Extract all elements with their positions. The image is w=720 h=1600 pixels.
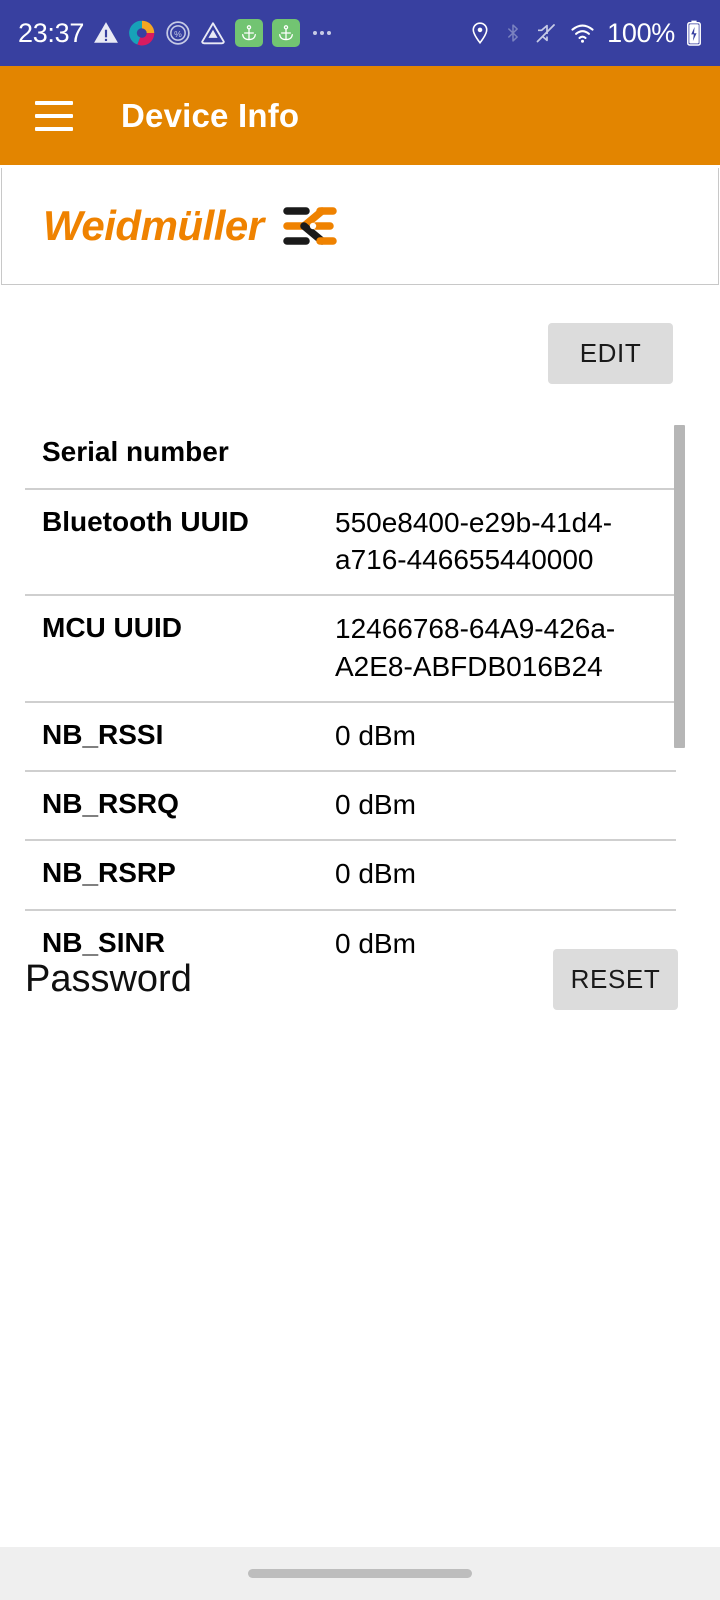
anchor-notification-icon-1 [235, 19, 264, 47]
hamburger-menu-icon[interactable] [26, 88, 82, 144]
percent-circle-icon: % [166, 21, 190, 45]
row-label: MCU UUID [42, 612, 182, 644]
weidmueller-mark-icon [282, 207, 337, 245]
row-value: 550e8400-e29b-41d4-a716-446655440000 [335, 507, 613, 576]
triangle-drop-icon [201, 22, 225, 45]
table-row[interactable]: NB_RSRQ 0 dBm [25, 772, 676, 842]
device-info-table: Serial number Bluetooth UUID 550e8400-e2… [25, 424, 676, 978]
table-row[interactable]: Serial number [25, 424, 676, 490]
bluetooth-icon [508, 24, 519, 42]
status-bar-clock: 23:37 [18, 17, 85, 48]
location-pin-icon [472, 22, 488, 45]
more-notifications-icon [313, 31, 332, 35]
row-value: 0 dBm [335, 719, 416, 751]
table-row[interactable]: NB_RSSI 0 dBm [25, 703, 676, 773]
row-value: 0 dBm [335, 789, 416, 821]
mute-icon [536, 24, 556, 43]
app-screen: 23:37 % 100% Device Info Weidmüller EDIT… [0, 0, 720, 1600]
warning-triangle-icon [94, 22, 118, 43]
table-row[interactable]: MCU UUID 12466768-64A9-426a-A2E8-ABFDB01… [25, 596, 676, 703]
app-bar: Device Info [0, 66, 720, 165]
password-label: Password [25, 958, 192, 1000]
table-row[interactable]: NB_RSRP 0 dBm [25, 841, 676, 911]
system-navigation-bar [0, 1547, 720, 1600]
page-title: Device Info [121, 96, 300, 134]
status-bar: 23:37 % 100% [0, 0, 720, 66]
row-label: Serial number [42, 436, 229, 467]
table-row[interactable]: Bluetooth UUID 550e8400-e29b-41d4-a716-4… [25, 490, 676, 597]
swirl-app-icon [129, 20, 155, 46]
brand-logo-card: Weidmüller [1, 168, 719, 285]
home-gesture-pill[interactable] [248, 1569, 472, 1578]
battery-icon [687, 20, 701, 46]
brand-name-label: Weidmüller [43, 202, 264, 249]
svg-text:%: % [174, 29, 182, 39]
reset-password-button[interactable]: RESET [553, 948, 678, 1010]
row-value: 12466768-64A9-426a-A2E8-ABFDB016B24 [335, 613, 616, 682]
table-scrollbar-thumb[interactable] [674, 425, 685, 748]
status-bar-right-group: 100% [468, 18, 702, 49]
row-label: NB_RSSI [42, 718, 164, 750]
password-section: Password RESET [25, 943, 678, 1015]
status-bar-left-group: 23:37 % [18, 18, 468, 49]
edit-button[interactable]: EDIT [548, 323, 673, 384]
brand-logo: Weidmüller [43, 202, 338, 250]
anchor-notification-icon-2 [272, 19, 301, 47]
row-label: NB_RSRQ [42, 788, 179, 820]
row-label: NB_RSRP [42, 857, 176, 889]
wifi-icon [571, 24, 594, 43]
battery-percent-label: 100% [607, 17, 675, 48]
row-label: Bluetooth UUID [42, 506, 249, 537]
row-value: 0 dBm [335, 858, 416, 890]
